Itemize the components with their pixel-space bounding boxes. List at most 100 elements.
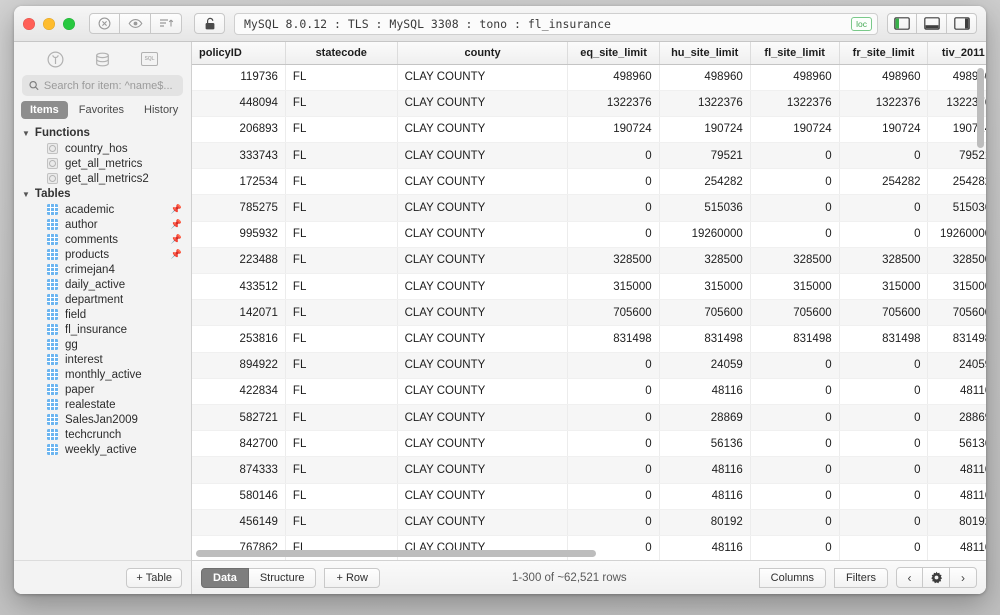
connection-address-bar[interactable]: MySQL 8.0.12 : TLS : MySQL 3308 : tono :… [234,13,878,35]
cell-hu_site_limit[interactable]: 315000 [659,274,750,300]
cell-tiv_2011[interactable]: 24059 [928,352,986,378]
cell-eq_site_limit[interactable]: 0 [568,169,659,195]
cell-hu_site_limit[interactable]: 328500 [659,247,750,273]
cell-eq_site_limit[interactable]: 0 [568,378,659,404]
cell-eq_site_limit[interactable]: 0 [568,404,659,430]
cell-hu_site_limit[interactable]: 48116 [659,483,750,509]
table-row[interactable]: 582721FLCLAY COUNTY0288690028869428270 [192,404,986,430]
sidebar-item-fl_insurance[interactable]: fl_insurance [14,322,191,337]
cell-county[interactable]: CLAY COUNTY [397,64,568,90]
column-header-policyID[interactable]: policyID [192,42,285,64]
cell-eq_site_limit[interactable]: 0 [568,195,659,221]
cell-tiv_2011[interactable]: 48116 [928,483,986,509]
cell-county[interactable]: CLAY COUNTY [397,326,568,352]
cell-eq_site_limit[interactable]: 705600 [568,300,659,326]
cell-tiv_2011[interactable]: 315000 [928,274,986,300]
cell-tiv_2011[interactable]: 48116 [928,457,986,483]
columns-button[interactable]: Columns [759,568,826,588]
cell-statecode[interactable]: FL [285,300,397,326]
tab-data[interactable]: Data [201,568,249,588]
table-row[interactable]: 785275FLCLAY COUNTY051503600515036884419… [192,195,986,221]
cell-policyID[interactable]: 433512 [192,274,285,300]
cell-fl_site_limit[interactable]: 0 [750,509,839,535]
cell-county[interactable]: CLAY COUNTY [397,195,568,221]
cell-statecode[interactable]: FL [285,483,397,509]
unlocked-padlock-icon[interactable] [194,13,225,34]
tab-structure[interactable]: Structure [249,568,317,588]
close-window-button[interactable] [23,18,35,30]
connection-icon[interactable] [47,51,64,68]
sidebar-item-get_all_metrics2[interactable]: get_all_metrics2 [14,171,191,186]
sort-list-icon[interactable] [151,13,182,34]
cell-policyID[interactable]: 785275 [192,195,285,221]
sidebar-item-weekly_active[interactable]: weekly_active [14,442,191,457]
column-header-fl_site_limit[interactable]: fl_site_limit [750,42,839,64]
cell-hu_site_limit[interactable]: 48116 [659,535,750,560]
cell-county[interactable]: CLAY COUNTY [397,247,568,273]
cell-fr_site_limit[interactable]: 1322376 [839,90,928,116]
cell-policyID[interactable]: 422834 [192,378,285,404]
cell-county[interactable]: CLAY COUNTY [397,116,568,142]
eye-icon[interactable] [120,13,151,34]
maximize-window-button[interactable] [63,18,75,30]
cell-policyID[interactable]: 874333 [192,457,285,483]
column-header-fr_site_limit[interactable]: fr_site_limit [839,42,928,64]
cell-fl_site_limit[interactable]: 0 [750,195,839,221]
cell-fr_site_limit[interactable]: 254282 [839,169,928,195]
cell-fr_site_limit[interactable]: 0 [839,221,928,247]
cell-fr_site_limit[interactable]: 190724 [839,116,928,142]
cell-hu_site_limit[interactable]: 48116 [659,378,750,404]
cell-tiv_2011[interactable]: 515036 [928,195,986,221]
cell-statecode[interactable]: FL [285,169,397,195]
sidebar-item-SalesJan2009[interactable]: SalesJan2009 [14,412,191,427]
cell-county[interactable]: CLAY COUNTY [397,404,568,430]
table-row[interactable]: 422834FLCLAY COUNTY048116004811666755.40 [192,378,986,404]
cell-fl_site_limit[interactable]: 328500 [750,247,839,273]
group-header-functions[interactable]: ▼ Functions [14,125,191,141]
table-row[interactable]: 448094FLCLAY COUNTY132237613223761322376… [192,90,986,116]
table-row[interactable]: 172534FLCLAY COUNTY025428202542822542822… [192,169,986,195]
cell-fr_site_limit[interactable]: 0 [839,352,928,378]
sidebar-item-techcrunch[interactable]: techcrunch [14,427,191,442]
cell-policyID[interactable]: 333743 [192,143,285,169]
cell-fl_site_limit[interactable]: 0 [750,352,839,378]
cell-eq_site_limit[interactable]: 0 [568,457,659,483]
cell-policyID[interactable]: 580146 [192,483,285,509]
cell-hu_site_limit[interactable]: 1322376 [659,90,750,116]
cell-fr_site_limit[interactable]: 315000 [839,274,928,300]
cell-policyID[interactable]: 456149 [192,509,285,535]
sidebar-item-interest[interactable]: interest [14,352,191,367]
cell-eq_site_limit[interactable]: 315000 [568,274,659,300]
search-box[interactable] [22,75,183,96]
cell-statecode[interactable]: FL [285,352,397,378]
cell-policyID[interactable]: 206893 [192,116,285,142]
cell-statecode[interactable]: FL [285,457,397,483]
cell-tiv_2011[interactable]: 48116 [928,535,986,560]
cell-county[interactable]: CLAY COUNTY [397,431,568,457]
cell-fr_site_limit[interactable]: 0 [839,404,928,430]
cell-tiv_2011[interactable]: 328500 [928,247,986,273]
cell-tiv_2011[interactable]: 28869 [928,404,986,430]
sidebar-item-comments[interactable]: comments📌 [14,232,191,247]
cell-fr_site_limit[interactable]: 0 [839,535,928,560]
column-header-tiv_2011[interactable]: tiv_2011 [928,42,986,64]
show-right-panel-icon[interactable] [947,13,977,34]
cell-fl_site_limit[interactable]: 1322376 [750,90,839,116]
table-row[interactable]: 894922FLCLAY COUNTY024059002405933952.20 [192,352,986,378]
table-row[interactable]: 456149FLCLAY COUNTY0801920080192864210 [192,509,986,535]
column-header-statecode[interactable]: statecode [285,42,397,64]
pin-icon[interactable]: 📌 [171,234,182,245]
cell-hu_site_limit[interactable]: 24059 [659,352,750,378]
cell-county[interactable]: CLAY COUNTY [397,274,568,300]
cell-fl_site_limit[interactable]: 315000 [750,274,839,300]
cell-hu_site_limit[interactable]: 254282 [659,169,750,195]
cell-fl_site_limit[interactable]: 0 [750,221,839,247]
sidebar-item-monthly_active[interactable]: monthly_active [14,367,191,382]
add-row-button[interactable]: + Row [324,568,380,588]
cell-fl_site_limit[interactable]: 0 [750,483,839,509]
table-row[interactable]: 206893FLCLAY COUNTY190724190724190724190… [192,116,986,142]
cell-policyID[interactable]: 142071 [192,300,285,326]
cell-fr_site_limit[interactable]: 831498 [839,326,928,352]
stop-circle-icon[interactable] [89,13,120,34]
pin-icon[interactable]: 📌 [171,219,182,230]
